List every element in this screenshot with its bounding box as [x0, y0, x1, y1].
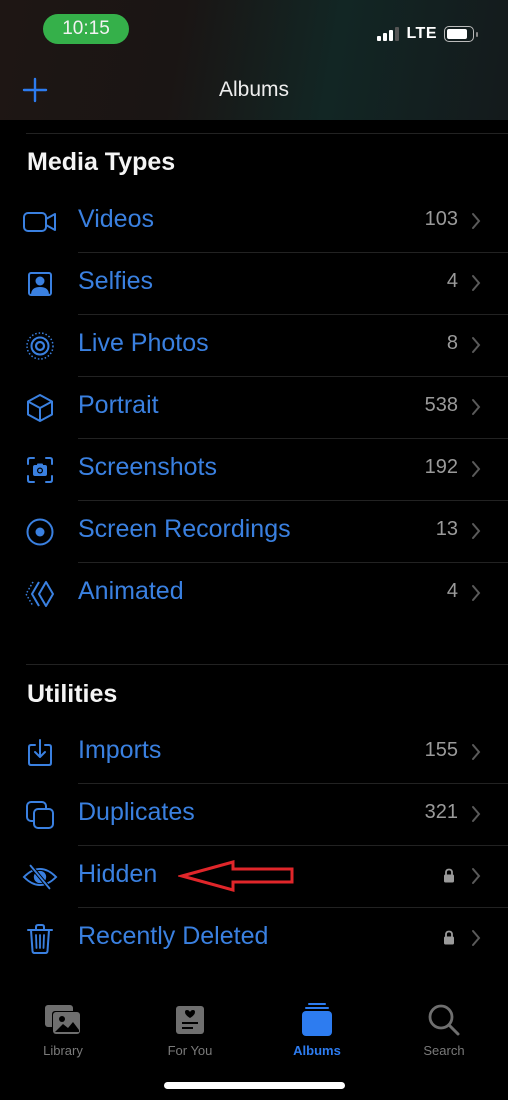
album-count: 4	[446, 270, 458, 292]
tab-library[interactable]: Library	[8, 1000, 118, 1058]
cellular-signal-icon	[377, 27, 400, 41]
album-row-live-photos[interactable]: Live Photos 8	[0, 315, 508, 377]
album-row-videos[interactable]: Videos 103	[0, 191, 508, 253]
eye-slash-icon	[22, 861, 58, 893]
for-you-icon	[135, 1000, 245, 1040]
album-label: Selfies	[78, 267, 154, 295]
status-time[interactable]: 10:15	[43, 14, 129, 44]
lock-icon	[444, 868, 454, 883]
header: 10:15 LTE Albums	[0, 0, 508, 120]
album-row-imports[interactable]: Imports 155	[0, 722, 508, 784]
album-label: Recently Deleted	[78, 922, 269, 950]
section-title-media-types: Media Types	[27, 148, 176, 176]
tab-for-you[interactable]: For You	[135, 1000, 245, 1058]
album-label: Animated	[78, 577, 184, 605]
album-row-screenshots[interactable]: Screenshots 192	[0, 439, 508, 501]
lock-icon	[444, 930, 454, 945]
album-row-duplicates[interactable]: Duplicates 321	[0, 784, 508, 846]
chevron-right-icon	[472, 806, 481, 822]
tab-label: For You	[167, 1043, 213, 1058]
tab-search[interactable]: Search	[389, 1000, 499, 1058]
battery-icon	[444, 26, 478, 42]
album-row-selfies[interactable]: Selfies 4	[0, 253, 508, 315]
album-label: Hidden	[78, 860, 158, 888]
chevron-right-icon	[472, 337, 481, 353]
video-camera-icon	[22, 206, 58, 238]
network-type: LTE	[406, 25, 437, 42]
chevron-right-icon	[472, 213, 481, 229]
home-indicator[interactable]	[164, 1082, 345, 1089]
album-label: Live Photos	[78, 329, 209, 357]
person-portrait-icon	[22, 268, 58, 300]
chevron-right-icon	[472, 930, 481, 946]
tab-albums[interactable]: Albums	[262, 1000, 372, 1058]
chevron-right-icon	[472, 461, 481, 477]
section-title-utilities: Utilities	[27, 680, 118, 708]
chevron-right-icon	[472, 744, 481, 760]
import-tray-icon	[22, 737, 58, 769]
albums-stack-icon	[262, 1000, 372, 1040]
album-row-screen-recordings[interactable]: Screen Recordings 13	[0, 501, 508, 563]
search-icon	[389, 1000, 499, 1040]
chevron-right-icon	[472, 399, 481, 415]
record-circle-icon	[22, 516, 58, 548]
tab-label: Search	[423, 1043, 465, 1058]
album-row-portrait[interactable]: Portrait 538	[0, 377, 508, 439]
divider	[26, 664, 508, 665]
album-label: Videos	[78, 205, 154, 233]
album-label: Portrait	[78, 391, 159, 419]
album-label: Imports	[78, 736, 162, 764]
screenshot-camera-icon	[22, 454, 58, 486]
chevron-right-icon	[472, 585, 481, 601]
live-photo-icon	[22, 330, 58, 362]
divider	[26, 133, 508, 134]
annotation-arrow	[178, 860, 294, 892]
album-label: Screen Recordings	[78, 515, 291, 543]
album-count: 321	[424, 801, 458, 823]
album-row-recently-deleted[interactable]: Recently Deleted	[0, 908, 508, 970]
album-label: Duplicates	[78, 798, 195, 826]
status-indicators: LTE	[377, 24, 478, 44]
album-label: Screenshots	[78, 453, 217, 481]
album-count: 538	[424, 394, 458, 416]
chevron-right-icon	[472, 868, 481, 884]
album-count: 103	[424, 208, 458, 230]
trash-icon	[22, 923, 58, 955]
duplicate-squares-icon	[22, 799, 58, 831]
chevron-right-icon	[472, 275, 481, 291]
tab-label: Library	[43, 1043, 83, 1058]
chevron-right-icon	[472, 523, 481, 539]
animated-layers-icon	[22, 578, 58, 610]
library-photos-icon	[8, 1000, 118, 1040]
cube-icon	[22, 392, 58, 424]
album-row-animated[interactable]: Animated 4	[0, 563, 508, 625]
album-count: 13	[435, 518, 458, 540]
album-count: 192	[424, 456, 458, 478]
tab-label: Albums	[293, 1043, 341, 1058]
album-count: 155	[424, 739, 458, 761]
album-count: 8	[446, 332, 458, 354]
page-title: Albums	[218, 78, 290, 101]
album-count: 4	[446, 580, 458, 602]
